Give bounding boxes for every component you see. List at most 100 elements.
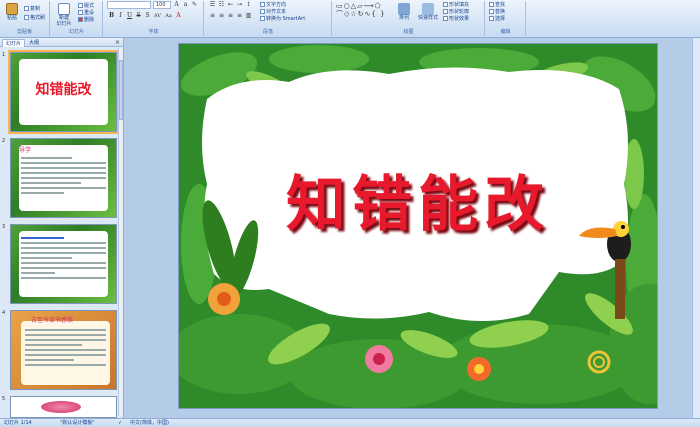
ribbon: 粘贴 复制 格式刷 剪贴板 新建 幻灯片 版式 重设 删除 幻灯片 100 Aa…	[0, 0, 700, 38]
columns-button[interactable]: ▥	[244, 12, 253, 20]
increase-indent-button[interactable]: ⇥	[235, 1, 244, 9]
close-icon[interactable]: ×	[115, 38, 120, 47]
language-indicator: 中文(简体，中国)	[130, 420, 169, 426]
format-painter-button[interactable]: 格式刷	[24, 15, 45, 21]
layout-button[interactable]: 版式	[78, 3, 94, 9]
find-button[interactable]: 查找	[489, 2, 505, 8]
clear-format-button[interactable]: ✎	[190, 1, 199, 9]
quick-styles-icon	[422, 3, 434, 15]
font-size-buttons: Aa ✎	[172, 1, 199, 9]
slides-pane: 幻灯片 大纲 × 1 知错能改 2 导学 3 4 古至今读书感悟 5	[0, 38, 124, 418]
drawing-group: ▭○△▱⟶⬠ ⌒◇☆↻∿{ } 排列 快速样式 形状填充 形状轮廓 形状效果 绘图	[333, 1, 485, 36]
shape-fill-icon	[443, 2, 448, 7]
strike-button[interactable]: S	[134, 12, 143, 20]
slide-thumbnail-5[interactable]	[10, 396, 117, 418]
thumb-title: 知错能改	[35, 82, 92, 98]
slide-canvas[interactable]: 知错能改	[178, 43, 658, 409]
paste-icon	[6, 3, 18, 15]
shape-fill-button[interactable]: 形状填充	[443, 2, 469, 8]
underline-button[interactable]: U	[125, 12, 134, 20]
pane-tabs: 幻灯片 大纲 ×	[0, 38, 123, 47]
quick-styles-button[interactable]: 快速样式	[415, 3, 441, 27]
tab-outline[interactable]: 大纲	[26, 39, 42, 47]
thumb-text-lines	[21, 157, 106, 197]
shadow-button[interactable]: S	[143, 12, 152, 20]
shape-outline-button[interactable]: 形状轮廓	[443, 9, 469, 15]
layout-icon	[78, 3, 83, 8]
align-right-button[interactable]: ≡	[226, 12, 235, 20]
font-size-combo[interactable]: 100	[153, 1, 171, 9]
font-color-button[interactable]: A	[174, 12, 183, 20]
spacing-button[interactable]: AV	[152, 12, 163, 20]
thumb-number: 4	[2, 310, 6, 316]
slides-group-label: 幻灯片	[68, 29, 84, 35]
tab-slides[interactable]: 幻灯片	[2, 39, 26, 47]
drawing-group-label: 绘图	[403, 29, 414, 35]
flower-decoration	[41, 401, 81, 413]
slide-thumbnail-2[interactable]: 导学	[10, 138, 117, 218]
select-button[interactable]: 选择	[489, 16, 505, 22]
theme-name: "默认设计模板"	[60, 420, 95, 426]
copy-button[interactable]: 复制	[24, 6, 40, 12]
thumb-number: 5	[2, 396, 6, 402]
slides-group: 新建 幻灯片 版式 重设 删除 幻灯片	[51, 1, 103, 36]
align-center-button[interactable]: ≡	[217, 12, 226, 20]
italic-button[interactable]: I	[116, 12, 125, 20]
font-name-combo[interactable]	[107, 1, 151, 9]
thumb-text-lines	[25, 329, 106, 369]
text-direction-icon	[260, 2, 265, 7]
line-spacing-button[interactable]: ↕	[244, 1, 253, 9]
arrange-button[interactable]: 排列	[395, 3, 413, 27]
pane-scrollbar[interactable]	[118, 48, 123, 416]
clipboard-group: 粘贴 复制 格式刷 剪贴板	[0, 1, 50, 36]
font-format-row: B I U S S AV Aa A	[107, 12, 183, 20]
find-icon	[489, 2, 494, 7]
format-painter-icon	[24, 15, 29, 20]
slide-counter: 幻灯片 1/14	[4, 420, 32, 426]
smartart-icon	[260, 16, 265, 21]
thumb-number: 1	[2, 52, 6, 58]
bullets-button[interactable]: ☰	[208, 1, 217, 9]
thumb-text-lines	[21, 237, 106, 282]
thumb-title: 古至今读书感悟	[31, 317, 74, 324]
select-icon	[489, 16, 494, 21]
text-direction-button[interactable]: 文字方向	[260, 2, 286, 8]
new-slide-button[interactable]: 新建 幻灯片	[53, 3, 75, 27]
pane-scrollbar-thumb[interactable]	[119, 60, 123, 120]
justify-button[interactable]: ≡	[235, 12, 244, 20]
paragraph-row-2: ≡ ≡ ≡ ≡ ▥	[208, 12, 253, 20]
decrease-indent-button[interactable]: ⇤	[226, 1, 235, 9]
editor-scrollbar[interactable]	[692, 38, 700, 418]
align-text-button[interactable]: 对齐文本	[260, 9, 286, 15]
clipboard-group-label: 剪贴板	[16, 29, 32, 35]
paste-button[interactable]: 粘贴	[2, 3, 22, 27]
slide-thumbnail-4[interactable]: 古至今读书感悟	[10, 310, 117, 390]
thumb-number: 2	[2, 138, 6, 144]
shape-effects-button[interactable]: 形状效果	[443, 16, 469, 22]
reset-button[interactable]: 重设	[78, 10, 94, 16]
smartart-button[interactable]: 转换为 SmartArt	[260, 16, 305, 22]
thumb-number: 3	[2, 224, 6, 230]
slide-thumbnail-3[interactable]	[10, 224, 117, 304]
editing-group-label: 编辑	[500, 29, 511, 35]
numbering-button[interactable]: ☷	[217, 1, 226, 9]
paragraph-row-1: ☰ ☷ ⇤ ⇥ ↕	[208, 1, 253, 9]
replace-button[interactable]: 替换	[489, 9, 505, 15]
status-bar: 幻灯片 1/14 "默认设计模板" ✓ 中文(简体，中国)	[0, 418, 700, 427]
bold-button[interactable]: B	[107, 12, 116, 20]
paragraph-group: ☰ ☷ ⇤ ⇥ ↕ ≡ ≡ ≡ ≡ ▥ 文字方向 对齐文本 转换为 SmartArt 段落	[205, 1, 332, 36]
new-slide-icon	[58, 3, 70, 15]
slide-thumbnail-1[interactable]: 知错能改	[8, 50, 119, 134]
align-left-button[interactable]: ≡	[208, 12, 217, 20]
case-button[interactable]: Aa	[163, 12, 174, 20]
copy-icon	[24, 6, 29, 11]
arrange-icon	[398, 3, 410, 15]
spellcheck-icon[interactable]: ✓	[118, 419, 122, 427]
shape-outline-icon	[443, 9, 448, 14]
grow-font-button[interactable]: A	[172, 1, 181, 9]
shrink-font-button[interactable]: a	[181, 1, 190, 9]
slide-title[interactable]: 知错能改	[179, 156, 657, 243]
shape-effects-icon	[443, 16, 448, 21]
shapes-gallery[interactable]: ▭○△▱⟶⬠ ⌒◇☆↻∿{ }	[336, 2, 386, 18]
delete-slide-button[interactable]: 删除	[78, 17, 94, 23]
